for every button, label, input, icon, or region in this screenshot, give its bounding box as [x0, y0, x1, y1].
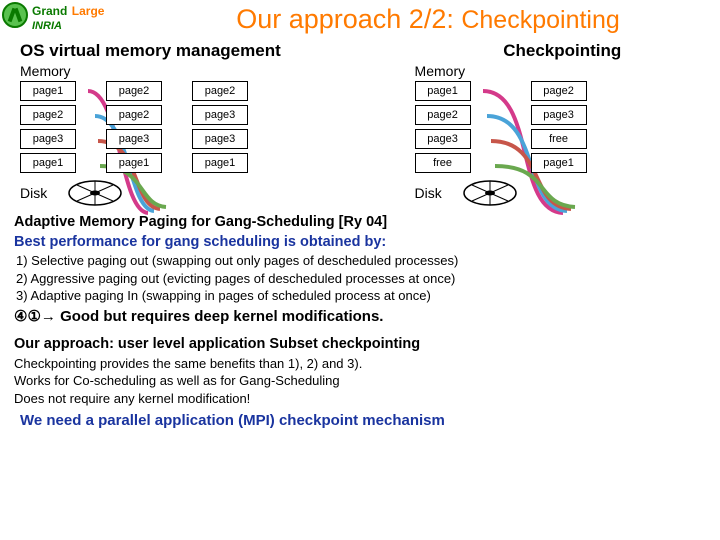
right-col: Checkpointing Memory page1page2 page2pag… — [415, 41, 710, 207]
page-box: page3 — [192, 105, 248, 125]
page-box: page1 — [106, 153, 162, 173]
our-line-1: Checkpointing provides the same benefits… — [14, 355, 708, 373]
page-box: page1 — [531, 153, 587, 173]
right-heading: Checkpointing — [415, 41, 710, 61]
page-box: page2 — [192, 81, 248, 101]
page-box: page1 — [20, 153, 76, 173]
need-line: We need a parallel application (MPI) che… — [20, 411, 708, 431]
disk-icon — [67, 179, 123, 207]
left-heading: OS virtual memory management — [20, 41, 375, 61]
list-item-1: 1) Selective paging out (swapping out on… — [16, 252, 708, 270]
diagram-row: OS virtual memory management Memory page… — [0, 35, 720, 207]
page-box: page2 — [20, 105, 76, 125]
best-line: Best performance for gang scheduling is … — [14, 233, 708, 253]
list-item-3: 3) Adaptive paging In (swapping in pages… — [16, 287, 708, 305]
logo-grand: Grand — [32, 4, 67, 18]
page-box: page3 — [192, 129, 248, 149]
right-memory-label: Memory — [415, 63, 710, 79]
logo: Grand Large INRIA — [2, 2, 142, 32]
logo-icon — [2, 2, 28, 28]
arrow-text: Good but requires deep kernel modificati… — [60, 308, 383, 325]
left-col: OS virtual memory management Memory page… — [20, 41, 375, 207]
right-disk-label: Disk — [415, 185, 442, 201]
logo-inria: INRIA — [32, 20, 104, 32]
logo-text: Grand Large INRIA — [32, 2, 104, 32]
header: Grand Large INRIA Our approach 2/2: Chec… — [0, 0, 720, 35]
page-box: page3 — [531, 105, 587, 125]
our-line-3: Does not require any kernel modification… — [14, 390, 708, 408]
our-heading: Our approach: user level application Sub… — [14, 335, 708, 355]
page-box: page1 — [192, 153, 248, 173]
page-box: page2 — [106, 105, 162, 125]
page-box: page2 — [531, 81, 587, 101]
logo-large: Large — [72, 4, 105, 18]
page-box: page2 — [415, 105, 471, 125]
ry-title: Adaptive Memory Paging for Gang-Scheduli… — [14, 213, 708, 233]
left-grid: page1 page2 page2 page2 page2 page3 page3 pag… — [20, 81, 375, 207]
page-box: page1 — [415, 81, 471, 101]
list-item-2: 2) Aggressive paging out (evicting pages… — [16, 270, 708, 288]
page-box: free — [415, 153, 471, 173]
page-box: page3 — [415, 129, 471, 149]
page-box: page3 — [106, 129, 162, 149]
title-sub: Checkpointing — [461, 6, 619, 34]
page-box: free — [531, 129, 587, 149]
left-memory-label: Memory — [20, 63, 375, 79]
body-text: Adaptive Memory Paging for Gang-Scheduli… — [0, 207, 720, 431]
arrow-line: ④①→ Good but requires deep kernel modifi… — [14, 307, 708, 327]
page-box: page2 — [106, 81, 162, 101]
right-grid: page1 page2 page2 page3 page3 free free page… — [415, 81, 710, 207]
our-line-2: Works for Co-scheduling as well as for G… — [14, 372, 708, 390]
page-box: page1 — [20, 81, 76, 101]
disk-icon — [462, 179, 518, 207]
page-title: Our approach 2/2: Checkpointing — [142, 2, 714, 35]
title-main: Our approach 2/2: — [236, 4, 461, 34]
left-disk-label: Disk — [20, 185, 47, 201]
page-box: page3 — [20, 129, 76, 149]
circled-nums: ④①→ — [14, 308, 60, 325]
